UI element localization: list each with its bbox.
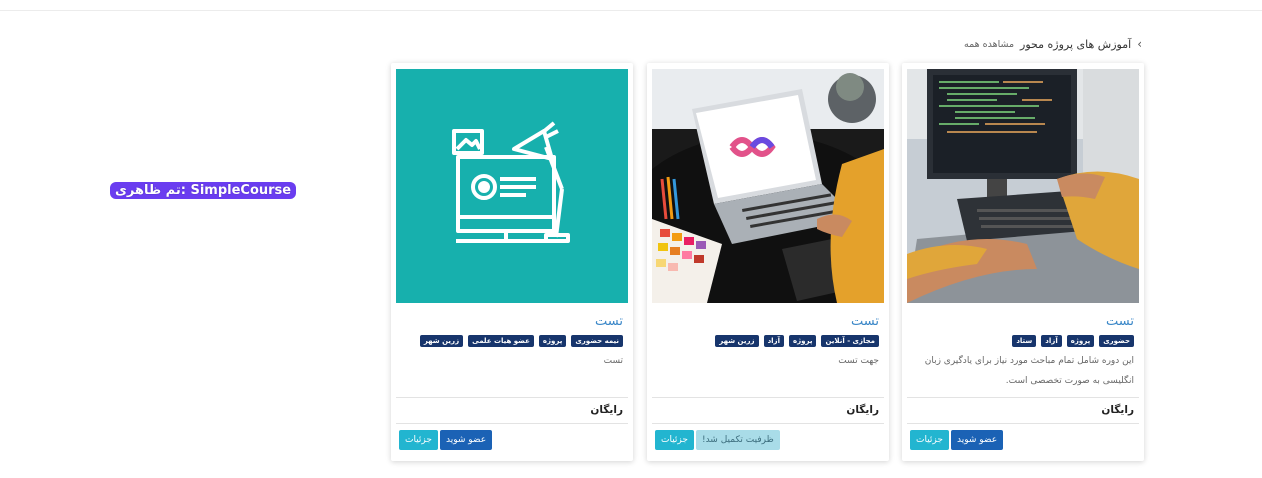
course-tag: زرین شهر xyxy=(419,335,464,347)
details-button[interactable]: جزئیات xyxy=(399,430,438,450)
course-tag: ستاد xyxy=(1012,335,1037,347)
card-actions: جزئیات عضو شوید xyxy=(399,430,493,450)
course-description: این دوره شامل تمام مباحث مورد نیاز برای … xyxy=(924,356,1134,386)
theme-label: SimpleCourse :تم ظاهری xyxy=(110,182,297,199)
course-title[interactable]: تست xyxy=(595,314,623,329)
course-tag: آزاد xyxy=(763,335,784,347)
breadcrumb[interactable]: › آموزش های پروژه محور مشاهده همه xyxy=(964,37,1142,51)
monitor-lamp-illustration xyxy=(396,69,628,303)
course-image[interactable] xyxy=(652,69,884,303)
top-divider xyxy=(0,10,1262,11)
join-button[interactable]: عضو شوید xyxy=(950,430,1004,450)
join-button[interactable]: عضو شوید xyxy=(439,430,493,450)
course-tag: عضو هیات علمی xyxy=(468,335,534,347)
course-tag: پروژه xyxy=(788,335,817,347)
course-title[interactable]: تست xyxy=(851,314,879,329)
course-image[interactable] xyxy=(907,69,1139,303)
course-tags: نیمه حضوری پروژه عضو هیات علمی زرین شهر xyxy=(401,335,623,347)
course-image[interactable] xyxy=(396,69,628,303)
course-price: رایگان xyxy=(846,404,879,416)
course-card: تست مجازی - آنلاین پروژه آزاد زرین شهر ج… xyxy=(647,63,889,461)
divider xyxy=(652,423,884,424)
course-tags: حضوری پروژه آزاد ستاد xyxy=(912,335,1134,347)
card-actions: جزئیات عضو شوید xyxy=(910,430,1004,450)
chevron-right-icon: › xyxy=(1137,37,1142,51)
view-all-link[interactable]: مشاهده همه xyxy=(964,39,1014,50)
course-card: تست نیمه حضوری پروژه عضو هیات علمی زرین … xyxy=(391,63,633,461)
course-tags: مجازی - آنلاین پروژه آزاد زرین شهر xyxy=(657,335,879,347)
divider xyxy=(396,423,628,424)
details-button[interactable]: جزئیات xyxy=(655,430,694,450)
capacity-full-button[interactable]: ظرفیت تکمیل شد! xyxy=(695,430,780,450)
course-tag: مجازی - آنلاین xyxy=(821,335,879,347)
course-description: جهت تست xyxy=(838,356,879,366)
divider xyxy=(652,397,884,398)
divider xyxy=(396,397,628,398)
course-tag: حضوری xyxy=(1099,335,1134,347)
course-title[interactable]: تست xyxy=(1106,314,1134,329)
design-laptop-photo xyxy=(652,69,884,303)
details-button[interactable]: جزئیات xyxy=(910,430,949,450)
course-price: رایگان xyxy=(1101,404,1134,416)
coding-laptop-photo xyxy=(907,69,1139,303)
course-tag: نیمه حضوری xyxy=(571,335,623,347)
course-tag: زرین شهر xyxy=(715,335,759,347)
course-card: تست حضوری پروژه آزاد ستاد این دوره شامل … xyxy=(902,63,1144,461)
card-actions: جزئیات ظرفیت تکمیل شد! xyxy=(655,430,780,450)
course-tag: پروژه xyxy=(1066,335,1095,347)
divider xyxy=(907,423,1139,424)
course-price: رایگان xyxy=(590,404,623,416)
course-description: تست xyxy=(603,356,623,366)
section-title: آموزش های پروژه محور xyxy=(1020,37,1132,51)
course-tag: پروژه xyxy=(538,335,567,347)
divider xyxy=(907,397,1139,398)
course-tag: آزاد xyxy=(1041,335,1062,347)
